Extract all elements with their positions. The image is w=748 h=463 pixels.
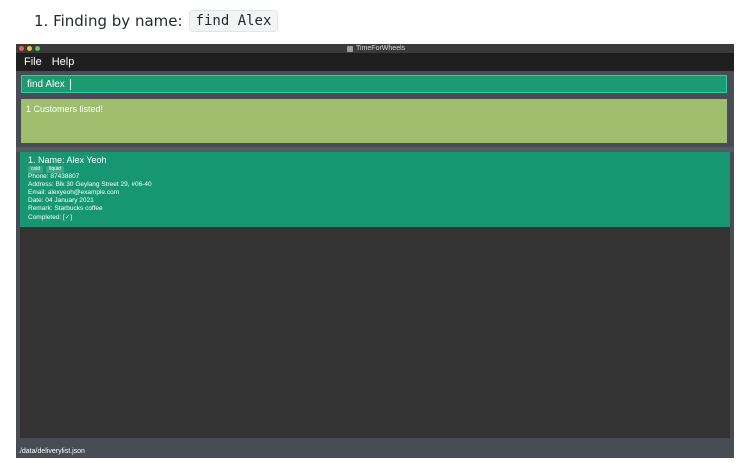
menu-help[interactable]: Help [52,56,75,68]
customer-date: Date: 04 January 2021 [28,197,94,204]
customer-completed: Completed: [✓] [28,214,73,221]
command-input[interactable]: find Alex [21,75,727,93]
zoom-window-button[interactable] [35,46,40,51]
result-display: 1 Customers listed! [21,99,727,143]
app-icon [347,45,353,52]
window-title: TimeForWheels [347,44,405,53]
save-location: ./data/deliverylist.json [18,448,85,455]
doc-heading-text: 1. Finding by name: [34,12,183,30]
customer-remark: Remark: Starbucks coffee [28,205,103,212]
window-title-text: TimeForWheels [356,45,406,52]
tag-badge: cold [28,166,44,173]
customer-card[interactable]: 1. Name: Alex Yeoh cold liquid Phone: 87… [20,152,730,227]
customer-email: Email: alexyeoh@example.com [28,189,120,196]
customer-address: Address: Blk 30 Geylang Street 29, #06-4… [28,181,152,188]
command-input-text: find Alex [27,78,65,90]
customer-phone: Phone: 87438807 [28,173,80,180]
text-caret [69,78,71,90]
customer-name: 1. Name: Alex Yeoh [28,155,107,165]
status-bar: ./data/deliverylist.json [16,445,734,458]
result-message: 1 Customers listed! [26,104,104,114]
tag-badge: liquid [46,166,64,173]
doc-heading: 1. Finding by name: find Alex [34,9,279,33]
menu-bar: File Help [16,53,734,71]
close-window-button[interactable] [19,46,24,51]
menu-file[interactable]: File [24,56,42,68]
title-bar: TimeForWheels [16,44,734,53]
customer-tags: cold liquid [28,166,64,173]
doc-heading-code: find Alex [188,10,279,32]
customer-list-panel[interactable]: 1. Name: Alex Yeoh cold liquid Phone: 87… [20,152,730,438]
app-window: TimeForWheels File Help find Alex 1 Cust… [16,44,734,458]
minimize-window-button[interactable] [27,46,32,51]
